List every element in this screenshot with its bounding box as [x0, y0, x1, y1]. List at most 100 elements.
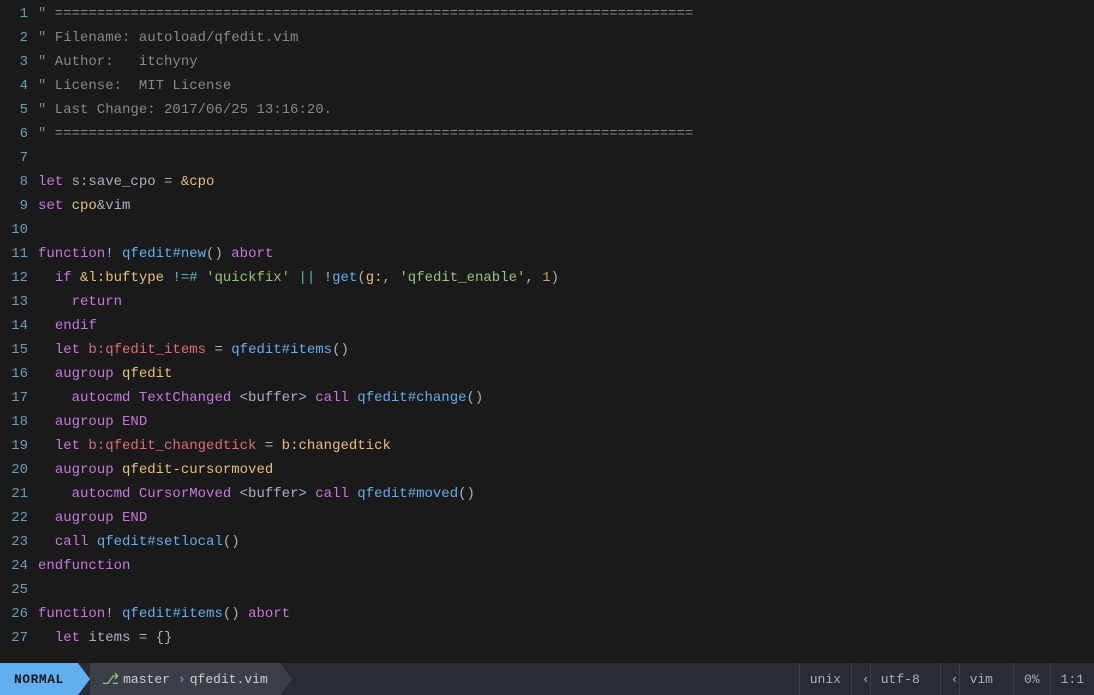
token: [38, 366, 55, 382]
token: get: [332, 270, 357, 286]
code-line: 17 autocmd TextChanged <buffer> call qfe…: [0, 386, 1094, 410]
line-content: function! qfedit#items() abort: [38, 602, 1094, 626]
token: endif: [55, 318, 97, 334]
token: &cpo: [181, 174, 215, 190]
code-line: 26function! qfedit#items() abort: [0, 602, 1094, 626]
code-line: 25: [0, 578, 1094, 602]
token: call: [315, 486, 357, 502]
token: <buffer>: [240, 486, 316, 502]
token: ): [551, 270, 559, 286]
line-content: let s:save_cpo = &cpo: [38, 170, 1094, 194]
line-content: augroup qfedit-cursormoved: [38, 458, 1094, 482]
token: [38, 294, 72, 310]
line-content: [38, 578, 1094, 602]
code-area: 1" =====================================…: [0, 0, 1094, 663]
code-line: 14 endif: [0, 314, 1094, 338]
line-number: 27: [0, 626, 38, 650]
encoding-value: utf-8: [870, 663, 930, 695]
line-number: 12: [0, 266, 38, 290]
token: function: [38, 246, 105, 262]
token: function: [38, 606, 105, 622]
line-content: if &l:buftype !=# 'quickfix' || !get(g:,…: [38, 266, 1094, 290]
token: TextChanged: [139, 390, 240, 406]
line-number: 24: [0, 554, 38, 578]
token: abort: [248, 606, 290, 622]
token: !: [105, 246, 122, 262]
token: qfedit-cursormoved: [122, 462, 273, 478]
token: 'quickfix': [206, 270, 298, 286]
code-line: 27 let items = {}: [0, 626, 1094, 650]
token: call: [315, 390, 357, 406]
token: endfunction: [38, 558, 130, 574]
token: [38, 390, 72, 406]
line-content: endfunction: [38, 554, 1094, 578]
line-content: " License: MIT License: [38, 74, 1094, 98]
token: call: [55, 534, 97, 550]
line-number: 17: [0, 386, 38, 410]
line-content: [38, 218, 1094, 242]
token: [38, 342, 55, 358]
branch-name: master: [123, 672, 170, 687]
token: END: [122, 414, 147, 430]
token: let: [38, 174, 72, 190]
line-content: set cpo&vim: [38, 194, 1094, 218]
token: END: [122, 510, 147, 526]
token: cpo: [72, 198, 97, 214]
line-number: 13: [0, 290, 38, 314]
fileformat: unix: [799, 663, 851, 695]
code-line: 23 call qfedit#setlocal(): [0, 530, 1094, 554]
token: &vim: [97, 198, 131, 214]
line-number: 3: [0, 50, 38, 74]
token: augroup: [55, 462, 122, 478]
git-branch: ⎇ master › qfedit.vim: [90, 663, 280, 695]
code-line: 21 autocmd CursorMoved <buffer> call qfe…: [0, 482, 1094, 506]
token: qfedit#moved: [357, 486, 458, 502]
code-line: 19 let b:qfedit_changedtick = b:changedt…: [0, 434, 1094, 458]
token: qfedit#items: [122, 606, 223, 622]
line-number: 4: [0, 74, 38, 98]
code-line: 9set cpo&vim: [0, 194, 1094, 218]
code-line: 2" Filename: autoload/qfedit.vim: [0, 26, 1094, 50]
token: qfedit: [122, 366, 172, 382]
line-number: 18: [0, 410, 38, 434]
chevron-right-1: ›: [178, 672, 186, 687]
token: 'qfedit_enable': [399, 270, 525, 286]
line-number: 21: [0, 482, 38, 506]
token: augroup: [55, 510, 122, 526]
token: items: [88, 630, 138, 646]
line-number: 22: [0, 506, 38, 530]
code-line: 1" =====================================…: [0, 2, 1094, 26]
token: [38, 318, 55, 334]
token: let: [55, 630, 89, 646]
line-content: augroup qfedit: [38, 362, 1094, 386]
token: augroup: [55, 414, 122, 430]
line-number: 25: [0, 578, 38, 602]
code-line: 20 augroup qfedit-cursormoved: [0, 458, 1094, 482]
code-line: 22 augroup END: [0, 506, 1094, 530]
token: (): [223, 606, 248, 622]
token: [38, 630, 55, 646]
line-content: let b:qfedit_items = qfedit#items(): [38, 338, 1094, 362]
statusbar: NORMAL ⎇ master › qfedit.vim unix ‹ utf-…: [0, 663, 1094, 695]
code-line: 4" License: MIT License: [0, 74, 1094, 98]
token: if: [55, 270, 80, 286]
token: " Author: itchyny: [38, 54, 198, 70]
line-number: 10: [0, 218, 38, 242]
line-content: " ======================================…: [38, 2, 1094, 26]
token: autocmd: [72, 390, 139, 406]
line-content: autocmd TextChanged <buffer> call qfedit…: [38, 386, 1094, 410]
line-number: 11: [0, 242, 38, 266]
token: [38, 438, 55, 454]
code-line: 10: [0, 218, 1094, 242]
token: =: [214, 342, 231, 358]
token: set: [38, 198, 72, 214]
position: 1:1: [1050, 663, 1094, 695]
token: [38, 270, 55, 286]
editor: 1" =====================================…: [0, 0, 1094, 663]
token: " Last Change: 2017/06/25 13:16:20.: [38, 102, 332, 118]
token: qfedit#setlocal: [97, 534, 223, 550]
code-line: 12 if &l:buftype !=# 'quickfix' || !get(…: [0, 266, 1094, 290]
token: b:changedtick: [282, 438, 391, 454]
line-content: " Author: itchyny: [38, 50, 1094, 74]
token: (): [332, 342, 349, 358]
